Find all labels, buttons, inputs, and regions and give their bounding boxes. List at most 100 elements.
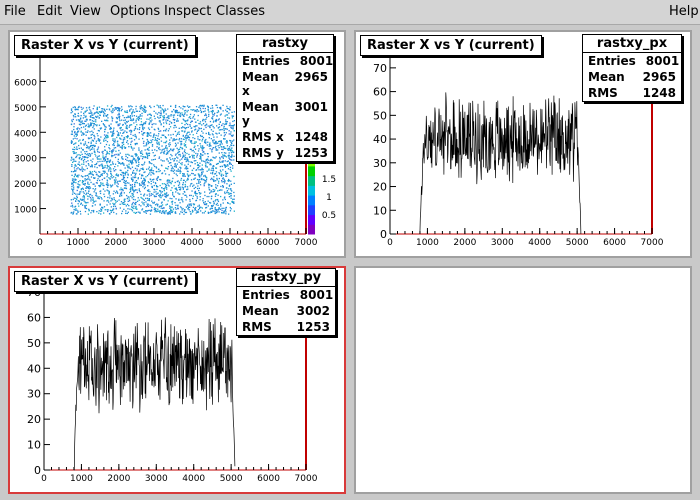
scatter-point	[104, 171, 106, 173]
scatter-point	[134, 133, 136, 136]
scatter-point	[175, 173, 177, 175]
scatter-point	[189, 174, 191, 176]
scatter-point	[107, 196, 109, 199]
scatter-point	[202, 151, 204, 153]
pad-projection-y[interactable]: 0 1000 2000 3000 4000 5000 6000 7000 0 10 20 30 40 50…	[8, 266, 346, 494]
scatter-point	[233, 210, 235, 212]
scatter-point	[181, 112, 183, 114]
scatter-point	[133, 196, 135, 198]
menu-edit[interactable]: Edit	[37, 4, 62, 19]
scatter-point	[127, 169, 129, 172]
stats-box[interactable]: rastxy Entries 8001 Mean x 2965 Mean y 3001…	[236, 34, 334, 162]
scatter-point	[159, 112, 161, 114]
scatter-point	[164, 187, 166, 189]
scatter-point	[177, 152, 179, 154]
scatter-point	[134, 189, 136, 192]
scatter-point	[131, 192, 133, 195]
scatter-point	[118, 149, 120, 152]
scatter-point	[163, 160, 165, 162]
scatter-point	[95, 171, 97, 173]
scatter-point	[108, 168, 110, 171]
scatter-point	[169, 213, 171, 215]
stats-row: Entries 8001	[242, 54, 334, 68]
scatter-point	[82, 188, 84, 190]
scatter-point	[89, 193, 92, 196]
scatter-point	[105, 143, 108, 146]
scatter-point	[197, 205, 199, 207]
scatter-point	[206, 144, 208, 146]
scatter-point	[157, 105, 160, 107]
menu-options[interactable]: Options	[110, 4, 160, 19]
scatter-point	[136, 208, 138, 210]
palette-segment	[308, 204, 315, 216]
scatter-point	[111, 150, 113, 152]
scatter-point	[227, 202, 229, 204]
scatter-point	[121, 144, 123, 147]
scatter-point	[100, 182, 102, 184]
scatter-point	[200, 145, 202, 147]
pad-empty[interactable]	[354, 266, 692, 494]
menu-classes[interactable]: Classes	[216, 4, 265, 19]
scatter-point	[77, 115, 79, 117]
scatter-point	[102, 153, 104, 155]
scatter-point	[81, 108, 83, 110]
scatter-point	[143, 204, 145, 206]
scatter-point	[132, 172, 134, 174]
menu-help[interactable]: Help	[669, 4, 699, 19]
scatter-point	[184, 156, 186, 159]
scatter-point	[96, 166, 98, 169]
scatter-point	[181, 162, 183, 164]
scatter-point	[91, 139, 93, 141]
scatter-point	[169, 142, 171, 144]
scatter-point	[107, 183, 109, 185]
scatter-point	[118, 110, 120, 112]
stats-box[interactable]: rastxy_px Entries 8001 Mean 2965 RMS 1248	[582, 34, 682, 102]
pad-scatter[interactable]: 0 1000 2000 3000 4000 5000 6000 7000 1000 2000 300…	[8, 30, 346, 258]
scatter-point	[148, 166, 150, 168]
palette-segment	[308, 165, 315, 177]
scatter-point	[80, 175, 83, 177]
scatter-point	[138, 182, 141, 185]
scatter-point	[136, 124, 138, 126]
pad-projection-x[interactable]: 0 1000 2000 3000 4000 5000 6000 7000 0 10 20 30 40 50…	[354, 30, 692, 258]
scatter-point	[165, 210, 167, 212]
scatter-point	[130, 131, 132, 133]
scatter-point	[170, 105, 172, 107]
stats-box[interactable]: rastxy_py Entries 8001 Mean 3002 RMS 1253	[236, 268, 336, 336]
scatter-point	[193, 146, 195, 149]
scatter-point	[168, 143, 170, 145]
scatter-point	[210, 178, 212, 181]
menu-inspect[interactable]: Inspect	[164, 4, 211, 19]
scatter-point	[125, 136, 127, 138]
scatter-point	[87, 130, 89, 132]
scatter-point	[84, 178, 86, 180]
scatter-point	[225, 152, 227, 154]
scatter-point	[119, 123, 121, 125]
scatter-point	[106, 176, 108, 178]
x-tick-label: 6000	[603, 238, 626, 248]
scatter-point	[226, 145, 229, 147]
scatter-point	[184, 181, 187, 183]
scatter-point	[222, 110, 224, 112]
scatter-point	[205, 178, 208, 181]
scatter-point	[221, 178, 224, 180]
scatter-point	[229, 146, 231, 148]
scatter-point	[162, 207, 165, 209]
scatter-point	[142, 203, 144, 205]
scatter-point	[74, 133, 77, 135]
menu-file[interactable]: File	[4, 4, 26, 19]
menu-view[interactable]: View	[70, 4, 101, 19]
scatter-point	[212, 107, 214, 109]
scatter-point	[78, 205, 80, 207]
scatter-point	[83, 197, 86, 199]
scatter-point	[87, 123, 89, 125]
scatter-point	[161, 191, 163, 193]
scatter-point	[132, 134, 134, 137]
scatter-point	[72, 138, 74, 140]
scatter-point	[105, 183, 108, 186]
scatter-point	[89, 109, 91, 111]
scatter-point	[168, 151, 170, 153]
scatter-point	[90, 125, 92, 127]
y-tick-label: 20	[373, 181, 387, 194]
scatter-point	[181, 122, 183, 124]
